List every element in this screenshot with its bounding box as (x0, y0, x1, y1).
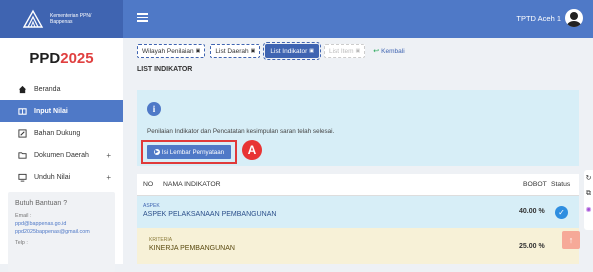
aspek-bobot: 40.00 % (519, 208, 545, 215)
help-email-label: Email : (15, 213, 32, 219)
kembali-label: Kembali (381, 47, 405, 55)
tab-badge-icon: ▣ (250, 48, 256, 54)
tab-label: List Indikator (270, 47, 308, 55)
brand-line2: Bappenas (50, 19, 73, 25)
scroll-top-button[interactable]: ↑ (562, 231, 580, 249)
edit-icon (18, 128, 27, 138)
col-no: NO (143, 181, 154, 188)
main-content: Wilayah Penilaian ▣ List Daerah ▣ List Ind… (123, 38, 593, 264)
user-name: TPTD Aceh 1 (516, 13, 561, 23)
tab-label: Wilayah Penilaian (142, 47, 194, 55)
tab-list-indikator[interactable]: List Indikator ▣ (263, 42, 321, 60)
user-menu[interactable]: TPTD Aceh 1 (516, 9, 583, 27)
play-icon: ▶ (153, 149, 160, 155)
arrow-up-icon: ↑ (568, 235, 574, 245)
top-bar: Kementerian PPN/ Bappenas TPTD Aceh 1 (0, 0, 593, 38)
help-email-2[interactable]: ppd2025bappenas@gmail.com (15, 228, 108, 236)
table-header: NO NAMA INDIKATOR BOBOT Status (137, 174, 579, 196)
book-icon (18, 107, 27, 115)
folder-icon (18, 151, 27, 159)
aspek-name: ASPEK PELAKSANAAN PEMBANGUNAN (143, 211, 277, 218)
col-status: Status (551, 181, 571, 188)
tab-wilayah-penilaian[interactable]: Wilayah Penilaian ▣ (137, 44, 206, 58)
home-icon (18, 85, 27, 93)
check-icon: ✓ (555, 206, 568, 219)
sidebar-item-beranda[interactable]: Beranda (0, 78, 123, 100)
sidebar-item-label: Unduh Nilai (34, 173, 71, 181)
indikator-table: NO NAMA INDIKATOR BOBOT Status ASPEK ASP… (137, 174, 579, 264)
avatar-icon (565, 9, 583, 27)
kriteria-name: KINERJA PEMBANGUNAN (149, 245, 235, 252)
help-title: Butuh Bantuan ? (15, 200, 68, 207)
refresh-icon[interactable]: ↻ (584, 174, 593, 186)
expand-icon[interactable]: + (106, 151, 111, 160)
kembali-link[interactable]: ↩ Kembali (373, 47, 405, 56)
tab-label: List Daerah (215, 47, 249, 55)
bappenas-logo-icon (22, 9, 44, 28)
expand-icon[interactable]: + (106, 173, 111, 182)
button-label: Isi Lembar Pernyataan (161, 148, 225, 156)
table-row-kriteria[interactable]: KRITERIA KINERJA PEMBANGUNAN 25.00 % (137, 228, 579, 264)
breadcrumb-tabs: Wilayah Penilaian ▣ List Daerah ▣ List Ind… (137, 42, 405, 60)
sidebar-item-unduh-nilai[interactable]: Unduh Nilai + (0, 166, 123, 188)
page-title: LIST INDIKATOR (137, 66, 193, 73)
isi-lembar-pernyataan-button[interactable]: ▶ Isi Lembar Pernyataan (147, 145, 231, 159)
tab-badge-icon: ▣ (309, 48, 314, 54)
settings-icon[interactable]: ✺ (584, 206, 593, 218)
sidebar-item-label: Input Nilai (34, 107, 68, 115)
col-nama-indikator: NAMA INDIKATOR (163, 181, 221, 188)
tab-label: List Item (328, 47, 354, 55)
info-icon: i (147, 102, 161, 116)
kriteria-tag: KRITERIA (149, 237, 173, 243)
tab-badge-icon: ▣ (355, 48, 361, 54)
help-phone-label: Telp : (15, 240, 28, 246)
sidebar-item-input-nilai[interactable]: Input Nilai (0, 100, 123, 122)
help-email-1[interactable]: ppd@bappenas.go.id (15, 220, 108, 228)
sidebar-item-label: Dokumen Daerah (34, 151, 89, 159)
sidebar-item-label: Bahan Dukung (34, 129, 81, 137)
help-box: Butuh Bantuan ? Email : ppd@bappenas.go.… (8, 192, 115, 272)
back-arrow-icon: ↩ (373, 48, 380, 55)
sidebar-item-dokumen-daerah[interactable]: Dokumen Daerah + (0, 144, 123, 166)
menu-toggle-icon[interactable] (137, 13, 148, 22)
info-message: Penilaian Indikator dan Pencatatan kesim… (147, 128, 335, 135)
brand-text: Kementerian PPN/ Bappenas (50, 13, 91, 25)
app-title-year: 2025 (60, 50, 94, 67)
brand[interactable]: Kementerian PPN/ Bappenas (0, 0, 123, 38)
table-row-aspek[interactable]: ASPEK ASPEK PELAKSANAAN PEMBANGUNAN 40.0… (137, 196, 579, 228)
highlight-box: ▶ Isi Lembar Pernyataan (141, 140, 237, 164)
info-panel: i Penilaian Indikator dan Pencatatan kes… (137, 90, 579, 166)
sidebar: PPD2025 Beranda Input Nilai Bahan Dukung… (0, 38, 123, 272)
tab-badge-icon: ▣ (195, 48, 201, 54)
monitor-icon (18, 173, 27, 182)
col-bobot: BOBOT (523, 181, 547, 188)
side-tools: ↻ ⧉ ✺ (584, 170, 593, 230)
kriteria-bobot: 25.00 % (519, 243, 545, 250)
aspek-tag: ASPEK (143, 203, 160, 209)
copy-icon[interactable]: ⧉ (584, 190, 593, 202)
tab-list-item: List Item ▣ (323, 44, 366, 58)
app-title: PPD2025 (0, 50, 123, 67)
sidebar-item-label: Beranda (34, 85, 61, 93)
app-title-main: PPD (29, 50, 61, 67)
sidebar-item-bahan-dukung[interactable]: Bahan Dukung (0, 122, 123, 144)
tab-list-daerah[interactable]: List Daerah ▣ (210, 44, 261, 58)
annotation-marker: A (242, 140, 262, 160)
